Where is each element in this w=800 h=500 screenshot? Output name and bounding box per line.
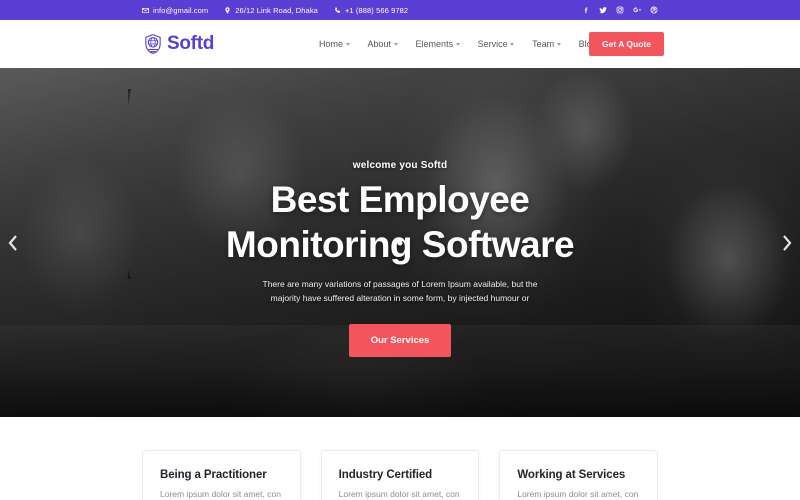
slider-pagination <box>397 240 403 245</box>
feature-card[interactable]: Industry Certified Lorem ipsum dolor sit… <box>320 450 480 500</box>
nav-label: Home <box>319 39 344 49</box>
topbar-address-text: 26/12 Link Road, Dhaka <box>235 5 318 15</box>
feature-card[interactable]: Working at Services Lorem ipsum dolor si… <box>499 450 659 500</box>
feature-card[interactable]: Being a Practitioner Lorem ipsum dolor s… <box>142 450 301 500</box>
topbar-phone[interactable]: +1 (888) 566 9782 <box>334 6 408 15</box>
card-title: Industry Certified <box>338 469 433 481</box>
nav-item-about[interactable]: About <box>359 39 407 49</box>
envelope-icon <box>142 7 149 14</box>
hero-paragraph: There are many variations of passages of… <box>262 279 538 304</box>
logo[interactable]: Softd <box>142 33 214 55</box>
card-title: Working at Services <box>517 469 626 481</box>
facebook-icon[interactable] <box>582 6 590 14</box>
site-header: Softd Home About Elements Service Team B… <box>0 20 800 68</box>
our-services-button[interactable]: Our Services <box>348 324 452 358</box>
card-text: Lorem ipsum dolor sit amet, con <box>517 489 639 499</box>
nav-item-home[interactable]: Home <box>310 39 359 49</box>
chevron-down-icon <box>510 43 515 46</box>
chevron-down-icon <box>393 43 398 46</box>
hero-slider: welcome you Softd Best Employee Monitori… <box>0 68 800 417</box>
slider-next-button[interactable] <box>776 226 798 260</box>
nav-item-elements[interactable]: Elements <box>407 39 469 49</box>
dribbble-icon[interactable] <box>650 6 658 14</box>
map-marker-icon <box>224 6 231 14</box>
slider-dot[interactable] <box>397 240 403 245</box>
hero-content: welcome you Softd Best Employee Monitori… <box>0 68 800 358</box>
topbar-email-text: info@gmail.com <box>153 5 209 15</box>
top-info-bar: info@gmail.com 26/12 Link Road, Dhaka +1… <box>0 0 800 20</box>
instagram-icon[interactable] <box>616 6 624 14</box>
chevron-down-icon <box>455 43 460 46</box>
nav-item-service[interactable]: Service <box>469 39 524 49</box>
card-text: Lorem ipsum dolor sit amet, con <box>160 489 281 499</box>
nav-item-team[interactable]: Team <box>523 39 570 49</box>
nav-label: Service <box>477 39 508 49</box>
topbar-address[interactable]: 26/12 Link Road, Dhaka <box>224 6 318 15</box>
topbar-contact-group: info@gmail.com 26/12 Link Road, Dhaka +1… <box>142 6 408 15</box>
chevron-down-icon <box>556 43 561 46</box>
google-plus-icon[interactable] <box>633 6 641 14</box>
get-a-quote-button[interactable]: Get A Quote <box>589 32 664 56</box>
card-title: Being a Practitioner <box>160 469 267 481</box>
phone-icon <box>334 6 341 14</box>
feature-cards: Being a Practitioner Lorem ipsum dolor s… <box>0 417 800 500</box>
brand-name: Softd <box>167 33 215 54</box>
nav-label: About <box>367 39 392 49</box>
card-text: Lorem ipsum dolor sit amet, con <box>338 489 460 499</box>
slider-prev-button[interactable] <box>2 226 24 260</box>
nav-label: Team <box>532 39 555 49</box>
hero-title: Best Employee Monitoring Software <box>225 179 575 266</box>
chevron-left-icon <box>7 234 19 252</box>
topbar-email[interactable]: info@gmail.com <box>142 6 208 15</box>
hero-eyebrow: welcome you Softd <box>352 160 448 171</box>
topbar-phone-text: +1 (888) 566 9782 <box>344 5 409 15</box>
twitter-icon[interactable] <box>599 6 607 14</box>
chevron-right-icon <box>781 234 793 252</box>
nav-label: Elements <box>415 39 454 49</box>
globe-shield-icon <box>142 33 164 55</box>
chevron-down-icon <box>345 43 350 46</box>
social-links <box>582 6 658 14</box>
